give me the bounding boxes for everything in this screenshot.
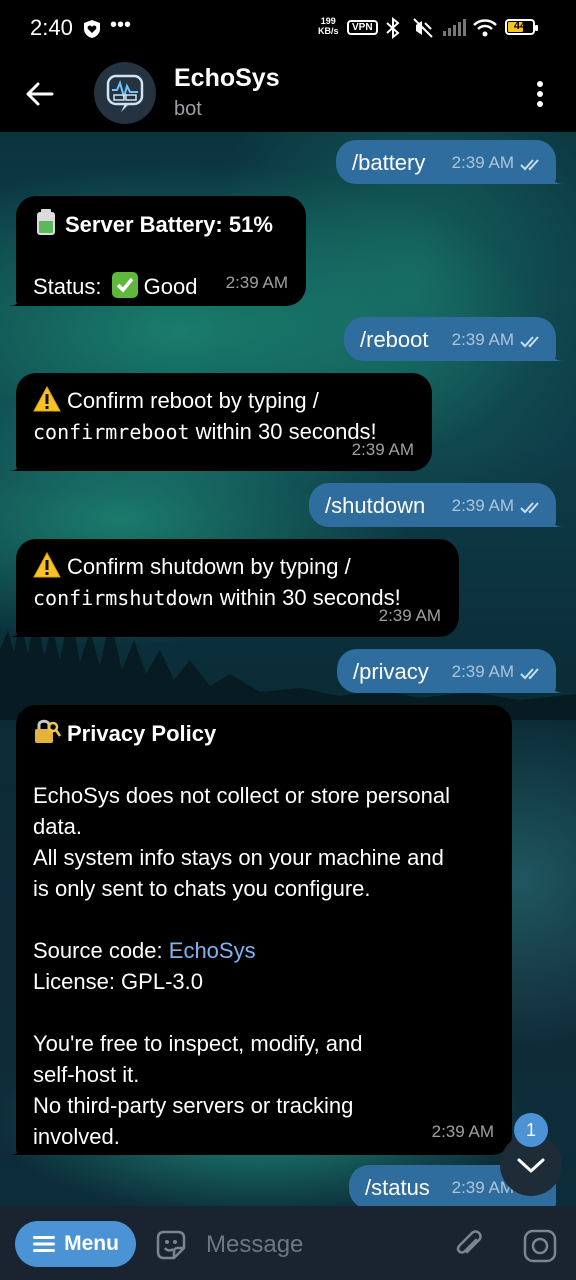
bubble-tail [8, 290, 24, 306]
back-arrow-icon[interactable] [24, 78, 56, 110]
paperclip-icon[interactable] [452, 1228, 486, 1262]
message-time: 2:39 AM [351, 440, 414, 459]
bubble-tail [8, 455, 24, 471]
incoming-message[interactable]: Confirm reboot by typing / confirmreboot… [8, 373, 432, 471]
outgoing-message[interactable]: /battery 2:39 AM [336, 140, 564, 184]
paragraph-line: data. [33, 814, 82, 839]
outgoing-message[interactable]: /shutdown 2:39 AM [309, 483, 564, 527]
bubble-tail [548, 677, 564, 693]
message-time: 2:39 AM [452, 147, 544, 178]
more-notifications-icon: ••• [110, 14, 132, 36]
message-time: 2:39 AM [378, 606, 441, 625]
incoming-message[interactable]: Confirm shutdown by typing / confirmshut… [8, 539, 459, 637]
message-line: Confirm reboot by typing / [33, 385, 414, 416]
lock-key-icon [35, 719, 61, 743]
signal-icon [443, 19, 466, 36]
outgoing-message[interactable]: /privacy 2:39 AM [337, 649, 564, 693]
outgoing-message[interactable]: /reboot 2:39 AM [344, 317, 564, 361]
message-time: 2:39 AM [452, 656, 544, 687]
battery-headline: Server Battery: 51% [33, 208, 288, 240]
paragraph-line: All system info stays on your machine an… [33, 845, 444, 870]
chat-subtitle: bot [174, 98, 202, 120]
mute-vibrate-icon [413, 18, 433, 38]
command-code[interactable]: confirmreboot [33, 420, 190, 444]
message-time: 2:39 AM [452, 324, 544, 355]
read-receipt-icon [520, 501, 539, 513]
message-text: /reboot [360, 326, 429, 352]
network-speed: 199 KB/s [318, 16, 339, 36]
vpn-indicator: VPN [347, 20, 378, 35]
message-text: /privacy [353, 658, 429, 684]
message-line: Confirm shutdown by typing / [33, 551, 441, 582]
paragraph-line: involved. [33, 1124, 120, 1149]
license-line: License: GPL-3.0 [33, 969, 203, 994]
check-mark-icon [111, 272, 138, 298]
paragraph-line: EchoSys does not collect or store person… [33, 783, 451, 808]
camera-icon[interactable] [522, 1228, 558, 1264]
chat-header: EchoSys bot [0, 58, 576, 132]
warning-icon [33, 386, 61, 412]
unread-count-badge: 1 [514, 1113, 548, 1147]
more-options-icon[interactable] [528, 78, 552, 110]
battery-icon [37, 209, 55, 235]
message-composer: Menu [0, 1206, 576, 1280]
bot-avatar[interactable] [94, 62, 156, 124]
echosys-logo-icon [94, 62, 156, 124]
bubble-tail [548, 168, 564, 184]
bluetooth-icon [386, 17, 400, 39]
read-receipt-icon [520, 335, 539, 347]
warning-icon [33, 552, 61, 578]
incoming-message[interactable]: Server Battery: 51% Status: Good 2:39 AM [8, 196, 306, 306]
message-time: 2:39 AM [225, 273, 288, 292]
system-status-bar: 2:40 ••• 199 KB/s VPN 44 [0, 0, 576, 58]
incoming-message[interactable]: Privacy Policy EchoSys does not collect … [8, 705, 512, 1155]
privacy-title: Privacy Policy [67, 721, 217, 746]
shield-heart-icon [84, 20, 100, 38]
privacy-headline: Privacy Policy [33, 717, 494, 749]
bubble-tail [8, 1139, 24, 1155]
read-receipt-icon [520, 667, 539, 679]
paragraph-line: self-host it. [33, 1062, 140, 1087]
message-text: /shutdown [325, 492, 426, 518]
chat-title[interactable]: EchoSys [174, 64, 280, 93]
message-time: 2:39 AM [431, 1122, 494, 1141]
command-code[interactable]: confirmshutdown [33, 586, 214, 610]
message-time: 2:39 AM [452, 490, 544, 521]
battery-title: Server Battery: 51% [65, 212, 273, 237]
wifi-icon [473, 19, 497, 37]
paragraph-line: No third-party servers or tracking [33, 1093, 354, 1118]
clock: 2:40 [30, 15, 73, 40]
sticker-emoji-icon[interactable] [154, 1228, 188, 1262]
read-receipt-icon [520, 158, 539, 170]
message-text: /battery [352, 149, 426, 175]
paragraph-line: You're free to inspect, modify, and [33, 1031, 363, 1056]
menu-icon [33, 1236, 56, 1252]
bubble-tail [548, 511, 564, 527]
paragraph-line: is only sent to chats you configure. [33, 876, 371, 901]
bubble-tail [8, 621, 24, 637]
battery-indicator: 44 [505, 19, 538, 35]
message-text: /status [365, 1174, 430, 1200]
bubble-tail [548, 345, 564, 361]
bot-menu-button[interactable]: Menu [15, 1221, 136, 1267]
source-code-line: Source code: EchoSys [33, 938, 256, 963]
message-input[interactable] [204, 1224, 448, 1266]
source-code-link[interactable]: EchoSys [169, 938, 256, 963]
